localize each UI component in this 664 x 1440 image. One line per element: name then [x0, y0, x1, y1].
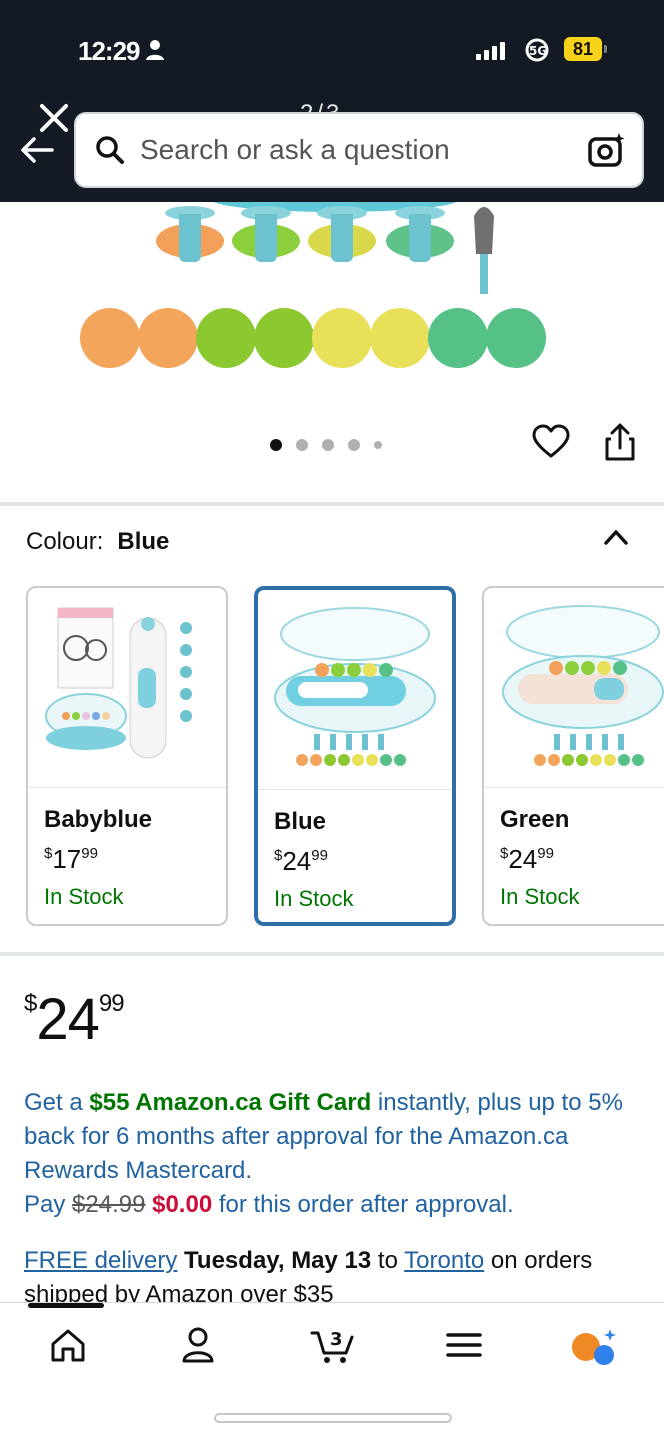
carousel-dot[interactable] — [348, 439, 360, 451]
variant-image — [258, 590, 452, 790]
attachment-pad — [308, 206, 376, 262]
variant-stock: In Stock — [500, 884, 580, 909]
account-icon[interactable] — [178, 1325, 218, 1365]
rufus-assistant-icon[interactable] — [570, 1325, 618, 1369]
attachment-pad — [386, 206, 454, 262]
attachment-pad — [232, 206, 300, 262]
battery-tip — [604, 45, 607, 53]
back-arrow-icon[interactable] — [18, 134, 56, 166]
menu-icon[interactable] — [444, 1325, 484, 1365]
gift-card-offer[interactable]: $55 Amazon.ca Gift Card — [89, 1089, 371, 1116]
top-header: 12:29 5G 81 2/3 Search or ask a question — [0, 0, 664, 202]
person-icon — [146, 40, 164, 60]
active-tab-indicator — [28, 1303, 104, 1308]
variant-name: Green — [500, 806, 570, 833]
location-link[interactable]: Toronto — [404, 1247, 484, 1274]
variant-card-babyblue[interactable]: Babyblue $1799 In Stock — [26, 586, 228, 926]
search-bar[interactable]: Search or ask a question — [74, 112, 644, 188]
product-price: $2499 — [24, 987, 125, 1052]
share-icon[interactable] — [601, 422, 639, 462]
home-icon[interactable] — [48, 1325, 88, 1365]
cellular-signal-icon — [476, 42, 505, 60]
variant-name: Babyblue — [44, 806, 153, 833]
variant-stock: In Stock — [44, 884, 124, 909]
carousel-dot[interactable] — [374, 441, 382, 449]
promo-price: $0.00 — [152, 1191, 213, 1218]
credit-card-promo[interactable]: Get a $55 Amazon.ca Gift Card instantly,… — [24, 1086, 640, 1222]
heart-icon[interactable] — [532, 424, 570, 460]
free-delivery-link[interactable]: FREE delivery — [24, 1247, 177, 1274]
variant-image — [28, 588, 226, 788]
status-time: 12:29 — [78, 36, 140, 66]
chevron-up-icon[interactable] — [602, 526, 630, 548]
attachment-pad — [156, 206, 224, 262]
close-icon[interactable] — [36, 100, 72, 136]
carousel-dot[interactable] — [296, 439, 308, 451]
network-5g-icon: 5G — [525, 38, 549, 62]
search-input[interactable]: Search or ask a question — [140, 134, 450, 166]
home-indicator — [214, 1413, 452, 1423]
camera-lens-icon[interactable] — [586, 130, 626, 170]
variant-price: $2499 — [274, 846, 328, 876]
variant-stock: In Stock — [274, 886, 354, 911]
cart-icon[interactable]: 3 — [310, 1325, 358, 1365]
sanding-pads-row — [80, 308, 546, 368]
variant-image — [484, 588, 664, 788]
delivery-date: Tuesday, May 13 — [184, 1247, 372, 1274]
variant-card-green[interactable]: Green $2499 In Stock — [482, 586, 664, 926]
search-icon — [96, 136, 124, 164]
carousel-dots — [270, 439, 382, 451]
battery-level: 81 — [564, 37, 602, 61]
product-image-carousel[interactable] — [0, 202, 664, 502]
colour-value: Blue — [117, 528, 170, 555]
grinding-bit — [474, 207, 494, 294]
cart-count: 3 — [330, 1329, 343, 1350]
carousel-dot[interactable] — [322, 439, 334, 451]
delivery-info: FREE delivery Tuesday, May 13 to Toronto… — [24, 1247, 593, 1302]
carousel-dot[interactable] — [270, 439, 282, 451]
section-divider — [0, 952, 664, 956]
variant-card-blue[interactable]: Blue $2499 In Stock — [254, 586, 456, 926]
old-price: $24.99 — [72, 1191, 146, 1218]
colour-selector-header[interactable]: Colour: Blue — [26, 528, 169, 556]
variant-price: $1799 — [44, 844, 98, 874]
section-divider — [0, 502, 664, 506]
variant-name: Blue — [274, 808, 327, 835]
bottom-navigation: 3 — [0, 1302, 664, 1440]
variant-price: $2499 — [500, 844, 554, 874]
colour-label: Colour: — [26, 528, 104, 555]
svg-text:5G: 5G — [529, 44, 547, 58]
